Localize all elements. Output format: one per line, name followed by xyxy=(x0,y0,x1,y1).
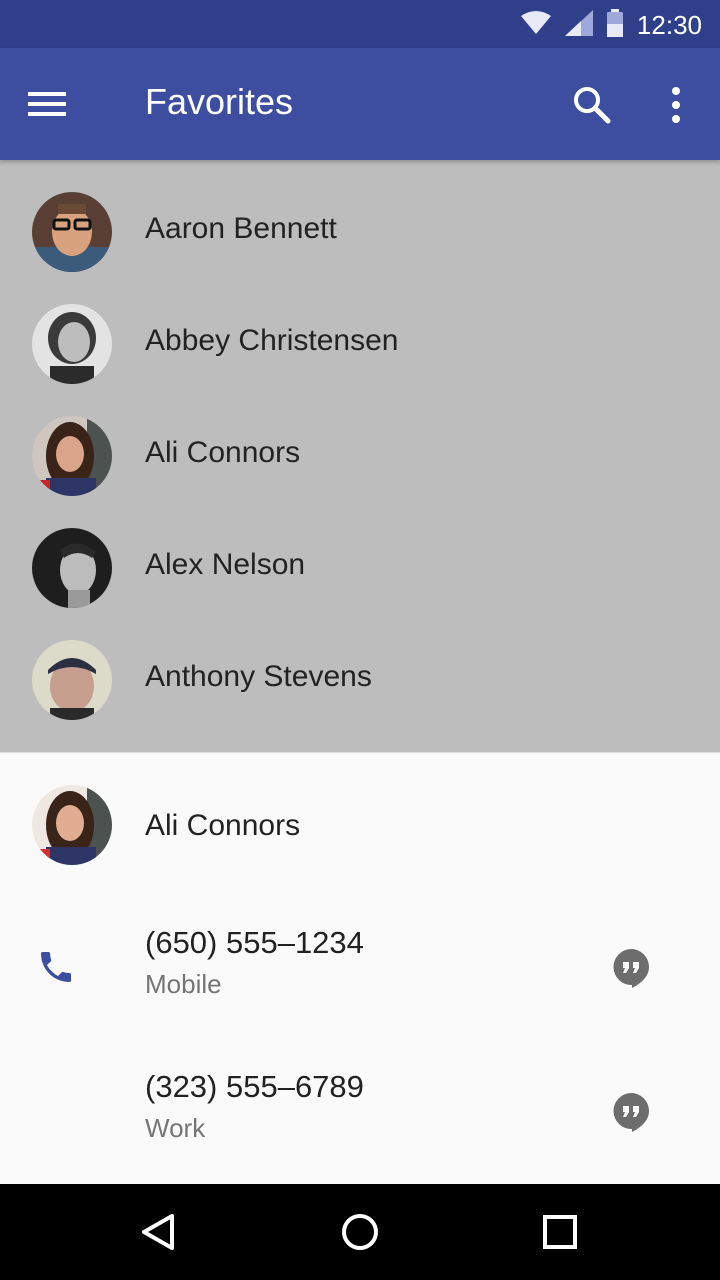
phone-number: (650) 555–1234 xyxy=(145,925,364,960)
avatar xyxy=(32,640,112,720)
list-item[interactable]: Ali Connors xyxy=(0,400,720,512)
sheet-header[interactable]: Ali Connors xyxy=(0,753,720,897)
list-item[interactable]: Aaron Bennett xyxy=(0,176,720,288)
contact-name: Abbey Christensen xyxy=(145,324,399,357)
avatar xyxy=(32,304,112,384)
phone-icon xyxy=(36,947,76,987)
contact-bottom-sheet: Ali Connors (650) 555–1234 Mobile (323) … xyxy=(0,752,720,1185)
contact-name: Aaron Bennett xyxy=(145,212,337,245)
list-item[interactable]: Alex Nelson xyxy=(0,512,720,624)
page-title: Favorites xyxy=(145,81,294,122)
list-item[interactable]: Anthony Stevens xyxy=(0,624,720,736)
menu-icon[interactable] xyxy=(28,84,84,124)
search-icon[interactable] xyxy=(570,83,614,127)
avatar xyxy=(32,528,112,608)
wifi-icon xyxy=(520,10,551,40)
phone-row[interactable]: (323) 555–6789 Work xyxy=(0,1041,720,1185)
status-bar: 12:30 xyxy=(0,0,720,48)
contact-name: Alex Nelson xyxy=(145,548,306,581)
avatar xyxy=(32,416,112,496)
contact-name: Ali Connors xyxy=(145,436,301,469)
recents-icon[interactable] xyxy=(536,1208,584,1256)
home-icon[interactable] xyxy=(336,1208,384,1256)
signal-icon xyxy=(564,9,593,41)
contact-name: Ali Connors xyxy=(145,809,301,842)
avatar xyxy=(32,192,112,272)
favorites-list: Aaron Bennett Abbey Christensen Ali Conn xyxy=(0,160,720,752)
phone-type: Work xyxy=(145,1113,206,1143)
status-time: 12:30 xyxy=(636,9,702,40)
hangouts-icon[interactable] xyxy=(610,1091,652,1133)
list-item[interactable]: Abbey Christensen xyxy=(0,288,720,400)
phone-row[interactable]: (650) 555–1234 Mobile xyxy=(0,897,720,1041)
back-icon[interactable] xyxy=(136,1208,184,1256)
phone-number: (323) 555–6789 xyxy=(145,1069,364,1104)
hangouts-icon[interactable] xyxy=(610,947,652,989)
status-icons: 12:30 xyxy=(507,8,702,42)
navigation-bar xyxy=(0,1184,720,1280)
app-bar: Favorites xyxy=(0,48,720,160)
more-vert-icon[interactable] xyxy=(664,83,688,127)
contact-name: Anthony Stevens xyxy=(145,660,372,693)
phone-type: Mobile xyxy=(145,969,222,999)
avatar xyxy=(32,785,112,865)
battery-icon xyxy=(606,8,623,42)
